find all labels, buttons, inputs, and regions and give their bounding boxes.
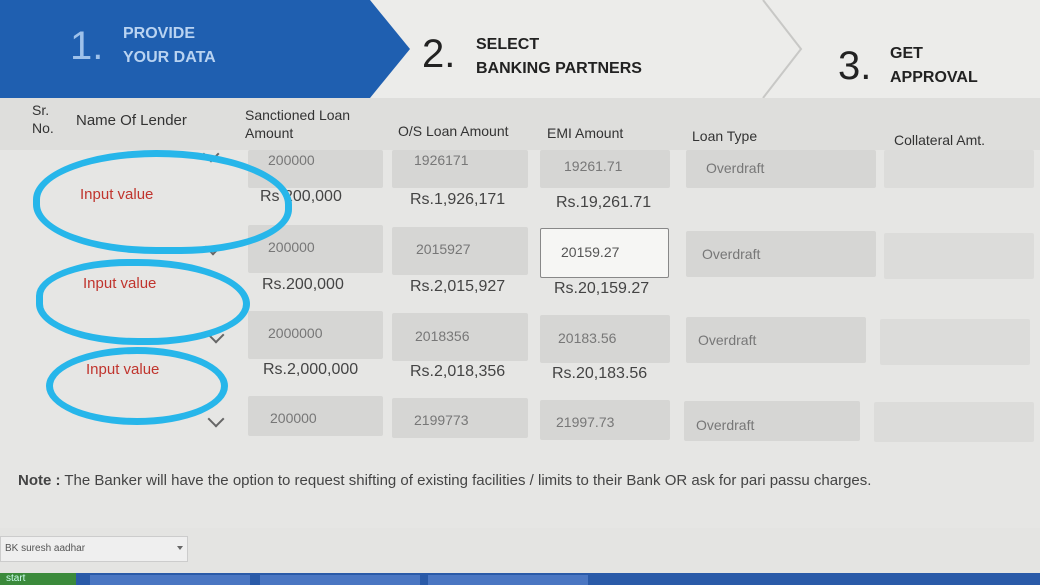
os-value: 1926171 <box>414 152 469 168</box>
header-emi: EMI Amount <box>547 125 624 141</box>
sanctioned-value: 200000 <box>268 239 315 255</box>
os-formatted: Rs.1,926,171 <box>410 191 506 208</box>
loan-type-select[interactable]: Overdraft <box>684 401 860 441</box>
sanctioned-formatted: Rs.2,000,000 <box>263 361 359 378</box>
emi-value: 21997.73 <box>556 414 615 430</box>
emi-formatted: Rs.20,183.56 <box>552 365 648 382</box>
user-select[interactable]: BK suresh aadhar <box>0 536 188 562</box>
os-value: 2199773 <box>414 412 469 428</box>
step-label: PROVIDE YOUR DATA <box>123 25 216 66</box>
os-formatted: Rs.2,018,356 <box>410 363 506 380</box>
os-input[interactable]: 2015927 <box>392 227 528 275</box>
emi-input-focused[interactable]: 20159.27 <box>540 228 669 278</box>
loan-type-value: Overdraft <box>702 246 761 262</box>
os-input[interactable]: 2199773 <box>392 398 528 438</box>
step-number: 2. <box>422 32 456 76</box>
emi-formatted: Rs.19,261.71 <box>556 194 652 211</box>
lender-dropdown-chevron-icon[interactable] <box>207 410 225 428</box>
note-body: The Banker will have the option to reque… <box>60 472 872 489</box>
collateral-input[interactable] <box>884 150 1034 188</box>
step-label: GET APPROVAL <box>890 45 978 86</box>
loan-type-select[interactable]: Overdraft <box>686 231 876 277</box>
os-formatted: Rs.2,015,927 <box>410 278 506 295</box>
sanctioned-value: 200000 <box>270 410 317 426</box>
os-input[interactable]: 2018356 <box>392 313 528 361</box>
sanctioned-value: 2000000 <box>268 325 323 341</box>
os-value: 2015927 <box>416 241 471 257</box>
sanctioned-input[interactable]: 2000000 <box>248 311 383 359</box>
collateral-input[interactable] <box>874 402 1034 442</box>
progress-stepper: 1. PROVIDE YOUR DATA 2. SELECT BANKING P… <box>0 0 1040 98</box>
loan-type-select[interactable]: Overdraft <box>686 317 866 363</box>
step-label: SELECT BANKING PARTNERS <box>476 36 642 77</box>
os-taskbar: start <box>0 573 1040 585</box>
emi-input[interactable]: 21997.73 <box>540 400 670 440</box>
step-number: 1. <box>70 24 104 68</box>
header-sanctioned: Sanctioned Loan Amount <box>245 107 351 141</box>
annotation-circle <box>46 347 228 425</box>
note-prefix: Note : <box>18 472 61 489</box>
header-loan-type: Loan Type <box>692 128 758 144</box>
header-sr-no: Sr. No. <box>32 102 54 136</box>
emi-formatted: Rs.20,159.27 <box>554 280 650 297</box>
taskbar-window-button[interactable] <box>260 575 420 585</box>
annotation-circle <box>36 259 250 345</box>
caret-down-icon <box>177 546 183 550</box>
header-os-amount: O/S Loan Amount <box>398 123 509 139</box>
table-header: Sr. No. Name Of Lender Sanctioned Loan A… <box>0 98 1040 150</box>
emi-input[interactable]: 19261.71 <box>540 150 670 188</box>
loan-type-value: Overdraft <box>706 160 765 176</box>
chevron-separator-icon <box>762 0 803 98</box>
taskbar-window-button[interactable] <box>90 575 250 585</box>
annotation-circle <box>33 150 292 254</box>
collateral-input[interactable] <box>880 319 1030 365</box>
step-number: 3. <box>838 44 872 88</box>
emi-value: 20159.27 <box>561 244 620 260</box>
sanctioned-value: 200000 <box>268 152 315 168</box>
emi-value: 19261.71 <box>564 158 623 174</box>
sanctioned-formatted: Rs.200,000 <box>262 276 344 293</box>
note-text: Note : The Banker will have the option t… <box>18 472 871 489</box>
loan-type-select[interactable]: Overdraft <box>686 150 876 188</box>
start-button[interactable]: start <box>0 573 76 585</box>
emi-value: 20183.56 <box>558 330 617 346</box>
collateral-input[interactable] <box>884 233 1034 279</box>
taskbar-window-button[interactable] <box>428 575 588 585</box>
os-value: 2018356 <box>415 328 470 344</box>
emi-input[interactable]: 20183.56 <box>540 315 670 363</box>
sanctioned-input[interactable]: 200000 <box>248 396 383 436</box>
header-collateral: Collateral Amt. <box>894 132 986 148</box>
header-lender: Name Of Lender <box>76 112 187 129</box>
loan-type-value: Overdraft <box>698 332 757 348</box>
user-select-value: BK suresh aadhar <box>5 543 86 554</box>
loan-type-value: Overdraft <box>696 417 755 433</box>
os-input[interactable]: 1926171 <box>392 150 528 188</box>
